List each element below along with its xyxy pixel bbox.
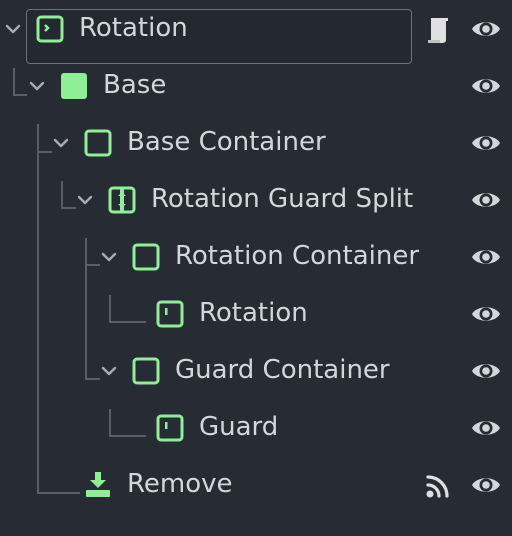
chevron-down-icon[interactable] [100,362,118,380]
node-label: Base [103,70,167,100]
node-label: Guard Container [175,355,390,385]
chevron-down-icon[interactable] [100,248,118,266]
visibility-eye-icon[interactable] [470,16,502,42]
visibility-eye-icon[interactable] [470,73,502,99]
tree-item-rotation[interactable]: Rotation [0,285,512,342]
script-icon[interactable] [424,16,452,44]
tree-item-base[interactable]: Base [0,57,512,114]
split-container-icon [108,186,136,214]
node-label: Rotation Guard Split [151,184,414,214]
chevron-down-icon[interactable] [76,191,94,209]
visibility-eye-icon[interactable] [470,244,502,270]
node-label: Remove [127,469,233,499]
visibility-eye-icon[interactable] [470,358,502,384]
tree-item-base-container[interactable]: Base Container [0,114,512,171]
tree-item-rotation-container[interactable]: Rotation Container [0,228,512,285]
color-rect-icon [60,72,88,100]
tree-item-rotation-root[interactable]: Rotation [0,0,512,64]
visibility-eye-icon[interactable] [470,187,502,213]
visibility-eye-icon[interactable] [470,415,502,441]
container-icon [84,129,112,157]
tree-item-guard[interactable]: Guard [0,399,512,456]
remove-icon [84,471,112,499]
node-label: Guard [199,412,279,442]
visibility-eye-icon[interactable] [470,130,502,156]
node-label: Base Container [127,127,326,157]
node-label: Rotation [79,13,188,43]
margin-container-icon [156,414,184,442]
chevron-down-icon[interactable] [52,134,70,152]
tree-item-remove[interactable]: Remove [0,456,512,513]
tree-item-guard-container[interactable]: Guard Container [0,342,512,399]
visibility-eye-icon[interactable] [470,301,502,327]
chevron-down-icon[interactable] [4,20,22,38]
signal-icon[interactable] [424,472,452,500]
visibility-eye-icon[interactable] [470,472,502,498]
chevron-down-icon[interactable] [28,77,46,95]
scene-tree: Rotation Base Base Container Rotation Gu… [0,0,512,536]
node-label: Rotation [199,298,308,328]
tree-item-rotation-guard-split[interactable]: Rotation Guard Split [0,171,512,228]
margin-container-icon [156,300,184,328]
margin-container-icon [36,15,64,43]
container-icon [132,243,160,271]
node-label: Rotation Container [175,241,420,271]
container-icon [132,357,160,385]
